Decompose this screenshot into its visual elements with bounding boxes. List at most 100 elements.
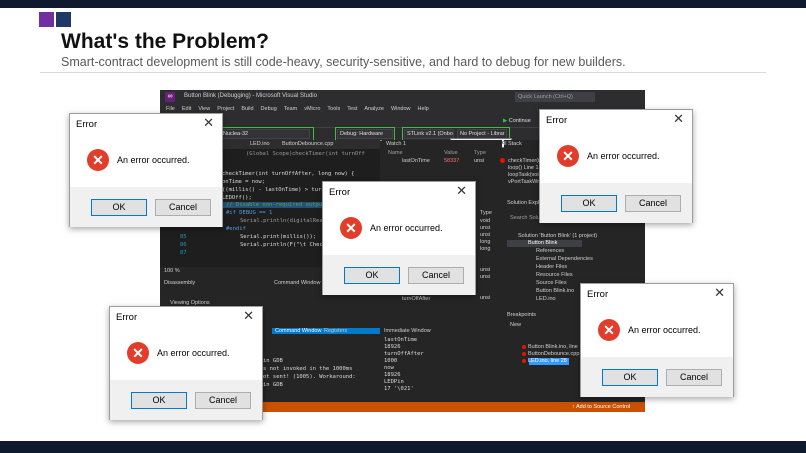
immediate-line-7: LEDPin	[384, 379, 404, 385]
add-to-source-control[interactable]: ↑ Add to Source Control	[572, 404, 630, 410]
menu-analyze[interactable]: Analyze	[364, 106, 384, 112]
solution-root[interactable]: Solution 'Button Blink' (1 project)	[518, 233, 597, 239]
slide-subtitle: Smart-contract development is still code…	[61, 55, 626, 69]
error-dialog-1: Error ✕ ✕ An error occurred. OK Cancel	[69, 113, 223, 227]
code-line-3: ((millis() - lastOnTime) > turnO	[222, 187, 328, 193]
code-line-9: Serial.print(millis());	[240, 234, 317, 240]
function-combo[interactable]: checkTimer(int turnOff	[292, 151, 378, 157]
play-icon: ▶	[503, 118, 508, 124]
project-node[interactable]: Button Blink	[528, 240, 557, 246]
menu-build[interactable]: Build	[241, 106, 253, 112]
bottom-band	[0, 441, 806, 453]
immediate-line-2: 18926	[384, 344, 401, 350]
menu-help[interactable]: Help	[418, 106, 429, 112]
menu-file[interactable]: File	[166, 106, 175, 112]
menu-project[interactable]: Project	[217, 106, 234, 112]
watch-row-type: unsi	[474, 158, 485, 164]
error-message: An error occurred.	[117, 155, 190, 165]
dialog-title: Error	[329, 187, 351, 198]
tab-led-ino[interactable]: LED.ino	[250, 141, 270, 147]
cancel-button[interactable]: Cancel	[155, 199, 211, 216]
locals-type-5: long	[480, 246, 491, 252]
locals-type-3: unsi	[480, 232, 491, 238]
breakpoint-item-1[interactable]: Button Blink.ino, line	[522, 344, 578, 350]
error-dialog-4: Error ✕ ✕ An error occurred. OK Cancel	[109, 306, 263, 420]
external-dependencies-node[interactable]: External Dependencies	[536, 256, 593, 262]
call-stack-item-2[interactable]: loop() Line 1	[508, 165, 539, 171]
close-icon[interactable]: ✕	[456, 184, 467, 198]
menu-window[interactable]: Window	[391, 106, 411, 112]
cancel-button[interactable]: Cancel	[625, 195, 681, 212]
code-line-7: Serial.println(digitalRead(	[240, 218, 330, 224]
close-icon[interactable]: ✕	[673, 112, 684, 126]
immediate-line-5: now	[384, 365, 394, 371]
code-line-5: // Disable non-required output	[226, 202, 326, 208]
references-node[interactable]: References	[536, 248, 564, 254]
arrow-up-icon: ↑	[572, 404, 575, 410]
watch-row-value: 58337	[444, 158, 460, 164]
menu-debug[interactable]: Debug	[261, 106, 277, 112]
breakpoints-title: Breakpoints	[507, 312, 537, 318]
menu-test[interactable]: Test	[347, 106, 357, 112]
close-icon[interactable]: ✕	[203, 116, 214, 130]
cancel-button[interactable]: Cancel	[195, 392, 251, 409]
watch-header-type: Type	[474, 150, 486, 156]
locals-type-7: unsi	[480, 274, 491, 280]
cancel-button[interactable]: Cancel	[666, 369, 722, 386]
cancel-button[interactable]: Cancel	[408, 267, 464, 284]
continue-button[interactable]: ▶ Continue	[503, 118, 531, 124]
header-files-node[interactable]: Header Files	[536, 264, 567, 270]
watch-header-value: Value	[444, 150, 458, 156]
code-line-1: checkTimer(int turnOffAfter, long now) {	[222, 171, 355, 177]
breakpoint-icon	[522, 351, 526, 356]
immediate-window[interactable]: Immediate Window lastOnTime 18926 turnOf…	[382, 326, 502, 402]
vs-logo-icon: ∞	[165, 92, 175, 102]
ok-button[interactable]: OK	[91, 199, 147, 216]
ok-button[interactable]: OK	[602, 369, 658, 386]
watch-header-name: Name	[388, 150, 403, 156]
ok-button[interactable]: OK	[131, 392, 187, 409]
error-message: An error occurred.	[157, 348, 230, 358]
output-line-2: s not invoked in the 1000ms	[263, 366, 353, 372]
menu-team[interactable]: Team	[284, 106, 297, 112]
breakpoint-item-3[interactable]: LED.ino, line 28	[522, 358, 567, 364]
tab-registers[interactable]: Registers	[324, 328, 347, 334]
call-stack-item-3[interactable]: loopTask(void	[508, 172, 542, 178]
title-divider	[40, 72, 766, 73]
call-stack-item-1[interactable]: checkTimer(in	[508, 158, 542, 164]
menu-vmicro[interactable]: vMicro	[304, 106, 320, 112]
error-message: An error occurred.	[587, 151, 660, 161]
zoom-level[interactable]: 100 %	[164, 268, 180, 274]
immediate-line-4: 1000	[384, 358, 398, 364]
menu-edit[interactable]: Edit	[182, 106, 191, 112]
locals-type-1: void	[480, 218, 491, 224]
current-frame-icon	[500, 158, 505, 163]
tab-command-window[interactable]: Command Window	[275, 328, 321, 334]
vs-titlebar: ∞ Button Blink (Debugging) - Microsoft V…	[160, 90, 645, 104]
led-ino-file[interactable]: LED.ino	[536, 296, 556, 302]
command-input[interactable]: turnOffAfter	[402, 296, 430, 302]
code-line-2: onTime = now;	[222, 179, 266, 185]
resource-files-node[interactable]: Resource Files	[536, 272, 573, 278]
call-stack-item-4[interactable]: vPortTaskWra	[508, 179, 542, 185]
menu-view[interactable]: View	[198, 106, 210, 112]
scope-combo[interactable]: (Global Scope)	[246, 151, 292, 157]
tab-button-debounce[interactable]: ButtonDebounce.cpp	[282, 141, 333, 147]
line-number-87: 87	[180, 250, 187, 256]
call-stack-title: ll Stack	[504, 141, 522, 147]
menu-tools[interactable]: Tools	[327, 106, 340, 112]
new-breakpoint-button[interactable]: New	[510, 322, 521, 328]
breakpoint-icon	[522, 344, 526, 349]
locals-type-6: unsi	[480, 267, 491, 273]
code-line-4: LEDOff();	[222, 195, 252, 201]
ok-button[interactable]: OK	[344, 267, 400, 284]
watch-row-name[interactable]: lastOnTime	[402, 158, 430, 164]
ok-button[interactable]: OK	[561, 195, 617, 212]
quick-launch-input[interactable]: Quick Launch (Ctrl+Q)	[515, 92, 595, 102]
breakpoint-item-2[interactable]: ButtonDebounce.cpp	[522, 351, 579, 357]
locals-type-header: Type	[480, 210, 492, 216]
close-icon[interactable]: ✕	[714, 286, 725, 300]
source-files-node[interactable]: Source Files	[536, 280, 567, 286]
button-blink-file[interactable]: Button Blink.ino	[536, 288, 574, 294]
close-icon[interactable]: ✕	[243, 309, 254, 323]
